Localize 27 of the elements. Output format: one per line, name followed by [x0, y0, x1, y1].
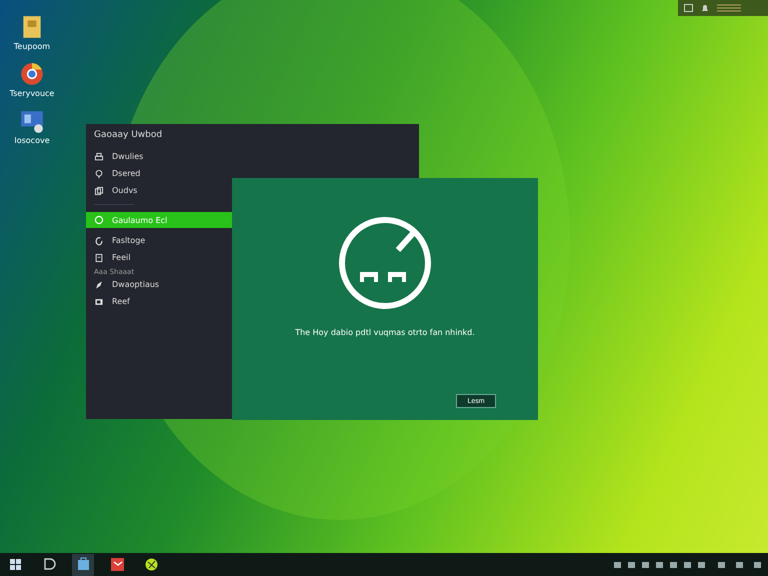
menu-item[interactable]: Dwaoptiaus [86, 276, 419, 293]
printer-icon [94, 152, 104, 162]
menu-item[interactable]: Feeil [86, 249, 419, 266]
dialog-message: The Hoy dabio pdtl vuqmas otrto fan nhinkd. [295, 328, 475, 337]
menu-item[interactable]: Fasltoge [86, 232, 419, 249]
taskbar-button[interactable] [72, 554, 94, 576]
panel-title: Gaoaay Uwbod [93, 130, 164, 142]
bulb-icon [94, 168, 104, 178]
menu-item[interactable]: Dsered [86, 165, 419, 182]
menu-icon[interactable] [717, 4, 741, 12]
desktop-icon-label: Iosocove [14, 136, 50, 145]
browser-icon[interactable] [19, 61, 45, 87]
menu-item[interactable]: Oudvs [86, 182, 419, 199]
menu-item[interactable]: Dwulies [86, 148, 419, 165]
copy-icon [94, 186, 104, 196]
desktop-icon-label: Teupoom [14, 42, 50, 51]
face-logo-icon [338, 216, 432, 310]
tray-icons[interactable] [614, 560, 764, 570]
pen-icon [94, 280, 104, 290]
circle-icon [94, 215, 104, 225]
menu-item[interactable]: Reef [86, 293, 419, 310]
desktop-icon-label: Tseryvouce [10, 89, 54, 98]
ball-icon [142, 556, 160, 573]
bell-icon[interactable] [701, 4, 709, 12]
screen-icon [94, 296, 104, 306]
doc-icon [94, 252, 104, 262]
refresh-icon [94, 236, 104, 246]
